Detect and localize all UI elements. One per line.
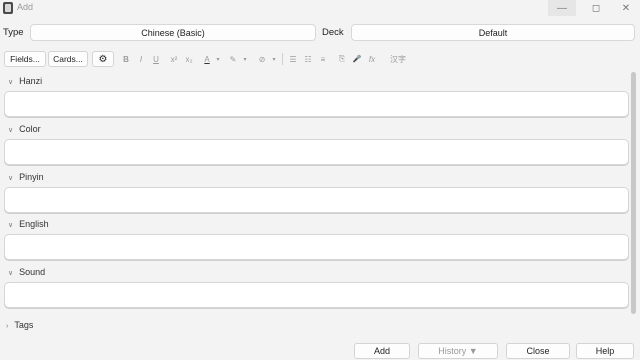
field-label-pinyin[interactable]: ∨ Pinyin <box>8 172 44 182</box>
bold-icon[interactable]: B <box>120 53 132 65</box>
window-title: Add <box>17 2 34 12</box>
field-input-sound[interactable] <box>4 282 629 308</box>
type-label: Type <box>3 27 24 38</box>
chevron-down-icon: ∨ <box>8 270 14 277</box>
field-input-hanzi[interactable] <box>4 91 629 117</box>
text-color-icon[interactable]: A <box>201 53 213 65</box>
field-label-sound[interactable]: ∨ Sound <box>8 267 45 277</box>
note-type-deck-row: Type Chinese (Basic) Deck Default <box>0 24 640 42</box>
eraser-icon[interactable]: ⊘ <box>256 53 268 65</box>
superscript-icon[interactable]: x² <box>168 53 180 65</box>
chevron-down-icon: ∨ <box>8 222 14 229</box>
anki-app-icon <box>3 2 13 14</box>
unordered-list-icon[interactable]: ☰ <box>287 53 299 65</box>
field-label-color[interactable]: ∨ Color <box>8 124 41 134</box>
fields-button[interactable]: Fields... <box>4 51 46 67</box>
gear-icon[interactable]: ⚙ <box>92 51 114 67</box>
text-color-dropdown-icon[interactable]: ▾ <box>214 53 222 65</box>
microphone-icon[interactable]: 🎤 <box>351 53 363 65</box>
field-label-english[interactable]: ∨ English <box>8 219 49 229</box>
field-input-color[interactable] <box>4 139 629 165</box>
maximize-icon[interactable]: ◻ <box>582 0 610 16</box>
field-input-pinyin[interactable] <box>4 187 629 213</box>
chevron-down-icon: ∨ <box>8 127 14 134</box>
deck-selector[interactable]: Default <box>351 24 635 41</box>
minimize-icon[interactable]: — <box>548 0 576 16</box>
history-button[interactable]: History ▼ <box>418 343 498 359</box>
deck-label: Deck <box>322 27 344 38</box>
math-function-icon[interactable]: fx <box>366 53 378 65</box>
chevron-right-icon: › <box>6 323 9 330</box>
note-type-selector[interactable]: Chinese (Basic) <box>30 24 316 41</box>
field-input-english[interactable] <box>4 234 629 260</box>
help-button[interactable]: Help <box>576 343 634 359</box>
subscript-icon[interactable]: x₂ <box>183 53 195 65</box>
deck-value: Default <box>478 27 508 38</box>
tags-toggle[interactable]: › Tags <box>6 320 33 330</box>
ordered-list-icon[interactable]: ☷ <box>302 53 314 65</box>
close-button[interactable]: Close <box>506 343 570 359</box>
editor-toolbar: Fields... Cards... ⚙ B I U x² x₂ A ▾ ✎ ▾… <box>0 51 640 67</box>
italic-icon[interactable]: I <box>135 53 147 65</box>
underline-icon[interactable]: U <box>150 53 162 65</box>
chinese-characters-icon[interactable]: 汉字 <box>386 53 410 65</box>
align-icon[interactable]: ≡ <box>317 53 329 65</box>
highlight-dropdown-icon[interactable]: ▾ <box>241 53 249 65</box>
attachment-icon[interactable]: ⎘ <box>336 53 348 65</box>
chevron-down-icon: ∨ <box>8 79 14 86</box>
eraser-dropdown-icon[interactable]: ▾ <box>270 53 278 65</box>
note-type-value: Chinese (Basic) <box>141 27 205 38</box>
editor-scrollbar[interactable] <box>631 72 636 314</box>
cards-button[interactable]: Cards... <box>48 51 88 67</box>
close-icon[interactable]: ✕ <box>612 0 640 16</box>
toolbar-separator <box>282 53 283 65</box>
title-bar: Add — ◻ ✕ <box>0 0 640 16</box>
add-button[interactable]: Add <box>354 343 410 359</box>
chevron-down-icon: ∨ <box>8 175 14 182</box>
field-label-hanzi[interactable]: ∨ Hanzi <box>8 76 42 86</box>
highlight-color-icon[interactable]: ✎ <box>227 53 239 65</box>
